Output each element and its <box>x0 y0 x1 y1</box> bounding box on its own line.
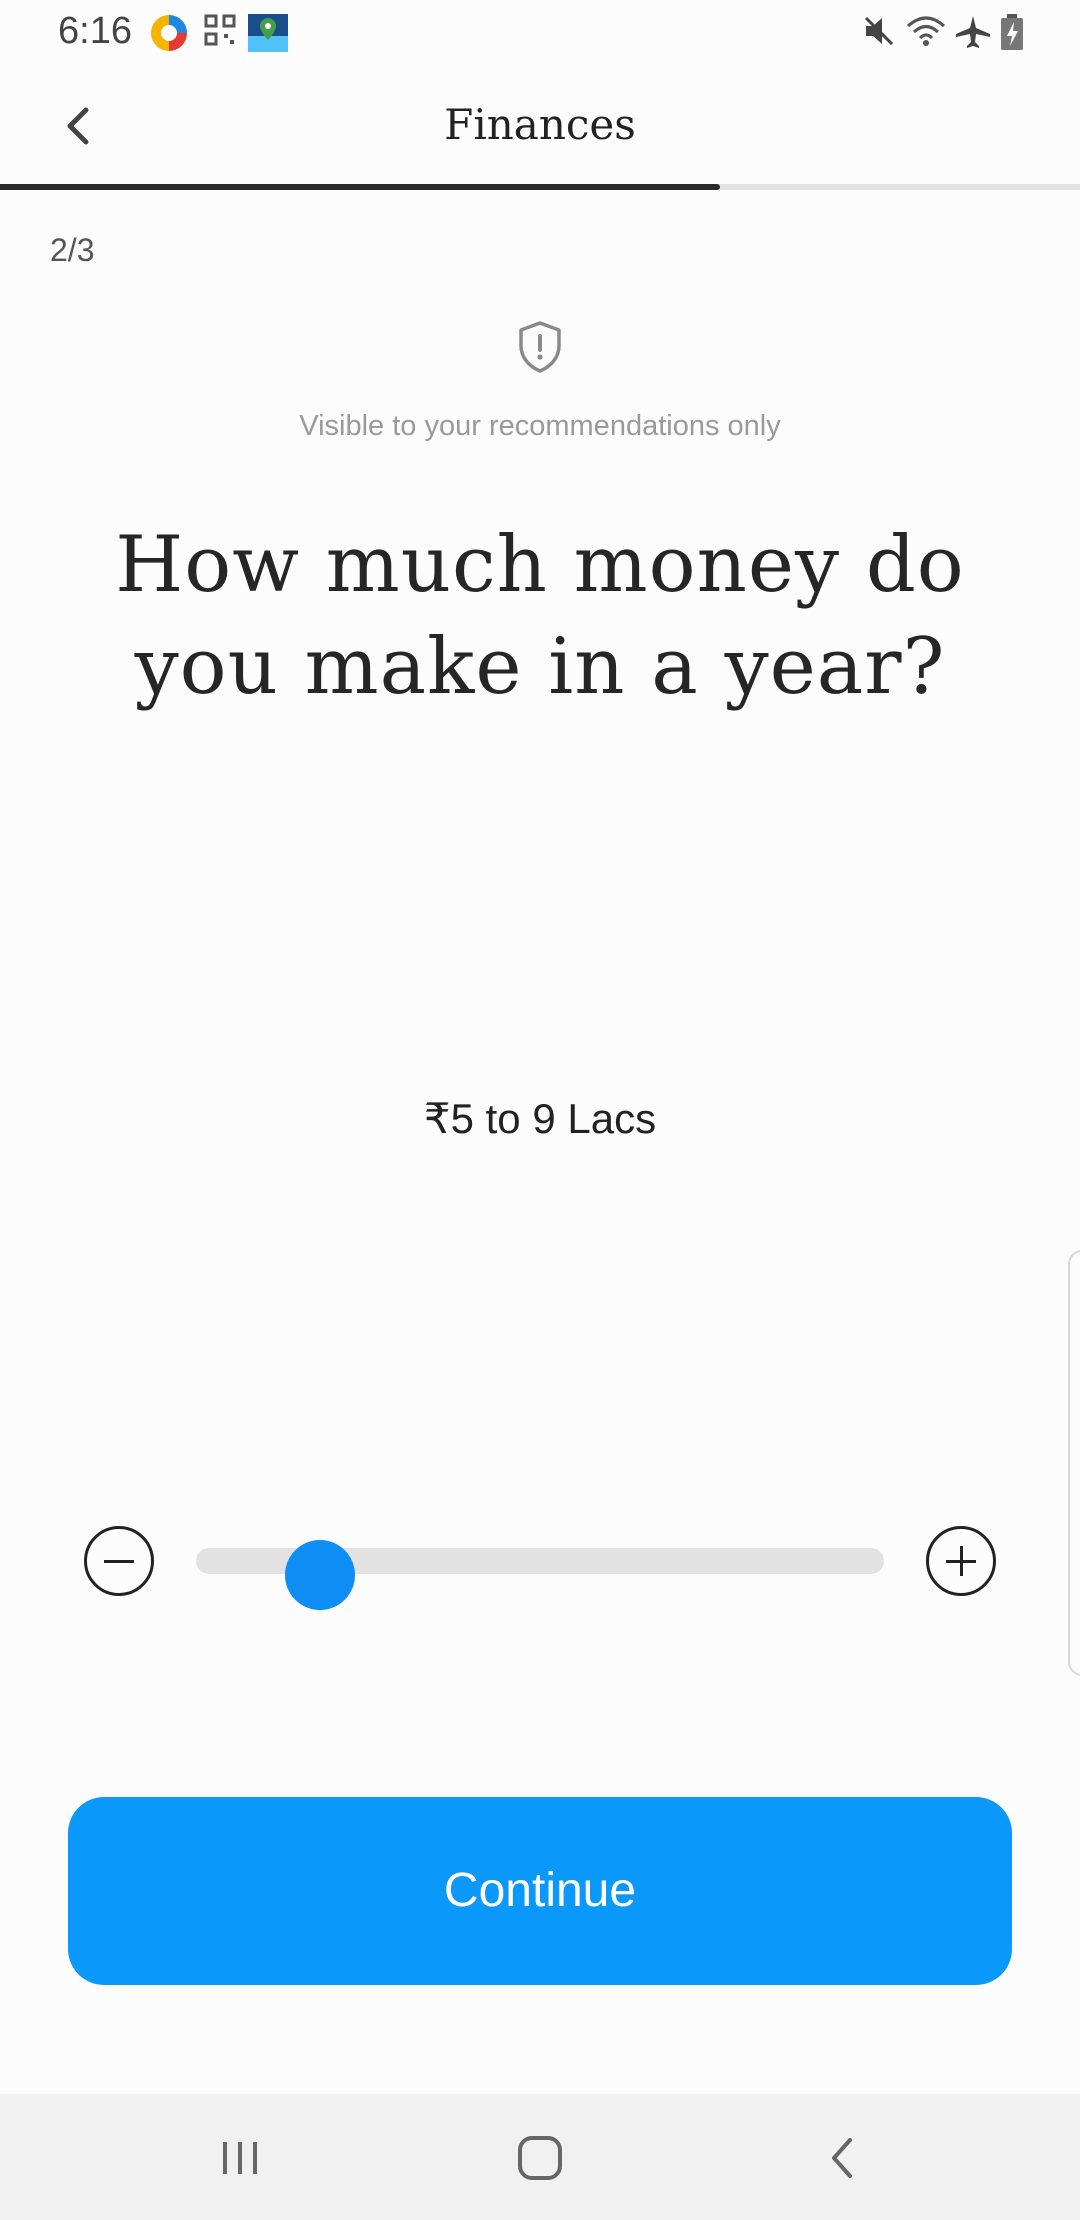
maps-app-icon <box>248 14 288 52</box>
qr-scanner-icon <box>204 14 236 46</box>
battery-charging-icon <box>1001 14 1023 50</box>
status-time: 6:16 <box>58 10 132 52</box>
mute-icon <box>864 16 894 46</box>
income-slider-row <box>0 1526 1080 1610</box>
browser-app-icon <box>151 15 187 51</box>
back-icon[interactable] <box>814 2130 874 2186</box>
status-bar: 6:16 <box>0 0 1080 66</box>
continue-button[interactable]: Continue <box>68 1797 1012 1985</box>
edge-panel-handle[interactable] <box>1068 1250 1080 1676</box>
step-indicator: 2/3 <box>50 232 95 268</box>
home-icon[interactable] <box>510 2130 570 2186</box>
minus-icon <box>104 1560 134 1563</box>
income-value-label: ₹5 to 9 Lacs <box>423 1095 657 1142</box>
increase-button[interactable] <box>926 1526 996 1596</box>
slider-thumb[interactable] <box>284 1540 355 1610</box>
header: Finances <box>0 66 1080 188</box>
plus-icon-vertical <box>960 1546 963 1576</box>
screen: 6:16 Finances 2/3 Visible to your recomm… <box>0 0 1080 2220</box>
income-slider[interactable] <box>196 1540 884 1610</box>
system-nav-bar <box>0 2094 1080 2220</box>
airplane-mode-icon <box>956 16 990 48</box>
shield-alert-icon <box>519 321 561 373</box>
question-heading: How much money do you make in a year? <box>115 520 965 712</box>
page-title: Finances <box>444 100 636 149</box>
wifi-icon <box>907 16 945 46</box>
privacy-note: Visible to your recommendations only <box>299 410 781 442</box>
progress-fill <box>0 184 721 190</box>
progress-bar <box>0 184 1080 190</box>
decrease-button[interactable] <box>84 1526 154 1596</box>
recent-apps-icon[interactable] <box>210 2130 270 2186</box>
